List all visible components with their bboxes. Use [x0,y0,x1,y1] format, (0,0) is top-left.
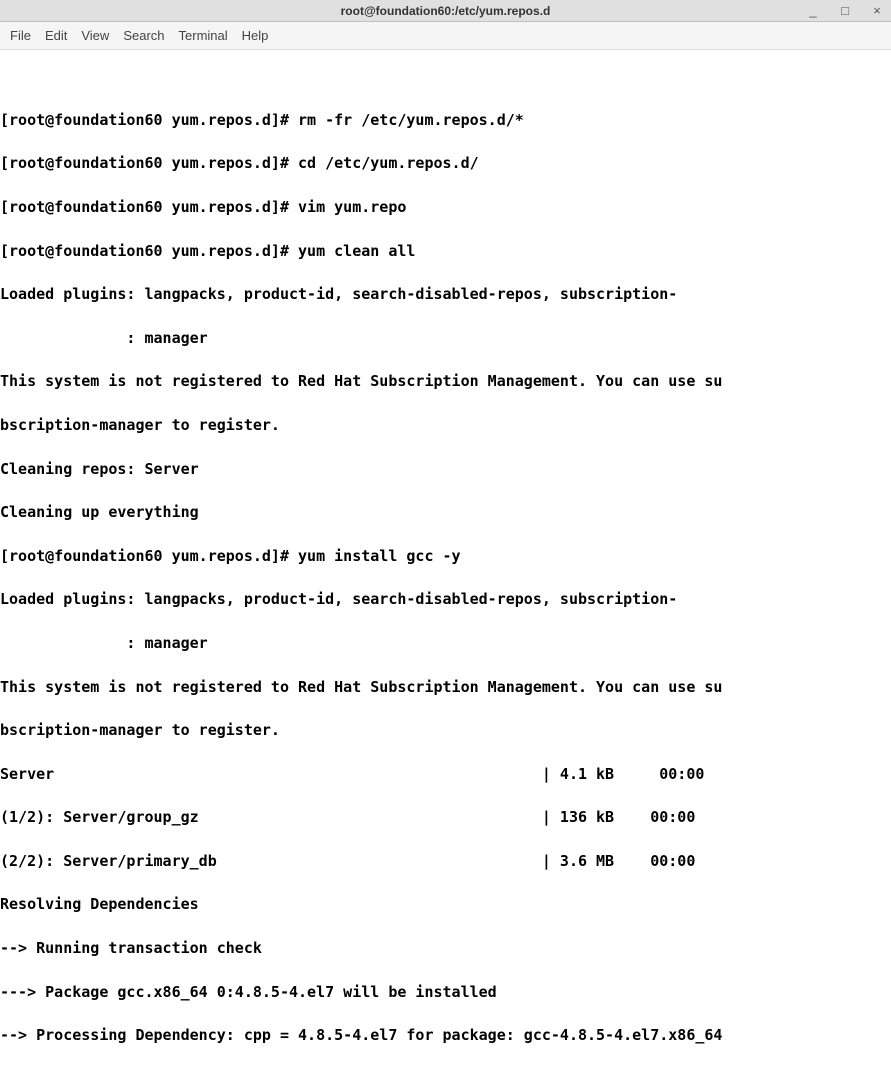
prompt: [root@foundation60 yum.repos.d]# [0,242,298,260]
output-line: Loaded plugins: langpacks, product-id, s… [0,589,891,611]
output-line: --> Running transaction check [0,938,891,960]
output-line: (1/2): Server/group_gz | 136 kB 00:00 [0,807,891,829]
command-text: yum install gcc -y [298,547,461,565]
prompt: [root@foundation60 yum.repos.d]# [0,111,298,129]
menu-search[interactable]: Search [123,28,164,43]
menubar: File Edit View Search Terminal Help [0,22,891,50]
minimize-button[interactable]: _ [805,4,821,17]
menu-file[interactable]: File [10,28,31,43]
output-line: This system is not registered to Red Hat… [0,371,891,393]
prompt: [root@foundation60 yum.repos.d]# [0,547,298,565]
window-title: root@foundation60:/etc/yum.repos.d [341,4,551,18]
output-line: (2/2): Server/primary_db | 3.6 MB 00:00 [0,851,891,873]
command-text: rm -fr /etc/yum.repos.d/* [298,111,524,129]
menu-view[interactable]: View [81,28,109,43]
output-line: bscription-manager to register. [0,720,891,742]
prompt: [root@foundation60 yum.repos.d]# [0,198,298,216]
menu-help[interactable]: Help [242,28,269,43]
menu-edit[interactable]: Edit [45,28,67,43]
maximize-button[interactable]: □ [837,4,853,17]
output-line: : manager [0,633,891,655]
output-line: --> Processing Dependency: cpp = 4.8.5-4… [0,1025,891,1047]
command-text: vim yum.repo [298,198,406,216]
output-line: Loaded plugins: langpacks, product-id, s… [0,284,891,306]
output-line: Resolving Dependencies [0,894,891,916]
menu-terminal[interactable]: Terminal [179,28,228,43]
output-line: This system is not registered to Red Hat… [0,677,891,699]
prompt: [root@foundation60 yum.repos.d]# [0,154,298,172]
output-line: bscription-manager to register. [0,415,891,437]
output-line: ---> Package gcc.x86_64 0:4.8.5-4.el7 wi… [0,982,891,1004]
close-button[interactable]: × [869,4,885,17]
command-text: yum clean all [298,242,415,260]
titlebar: root@foundation60:/etc/yum.repos.d _ □ × [0,0,891,22]
window-controls: _ □ × [805,0,885,21]
output-line: Cleaning up everything [0,502,891,524]
output-line: : manager [0,328,891,350]
output-line: Server | 4.1 kB 00:00 [0,764,891,786]
command-text: cd /etc/yum.repos.d/ [298,154,479,172]
output-line: Cleaning repos: Server [0,459,891,481]
terminal-content[interactable]: [root@foundation60 yum.repos.d]# rm -fr … [0,88,891,1069]
